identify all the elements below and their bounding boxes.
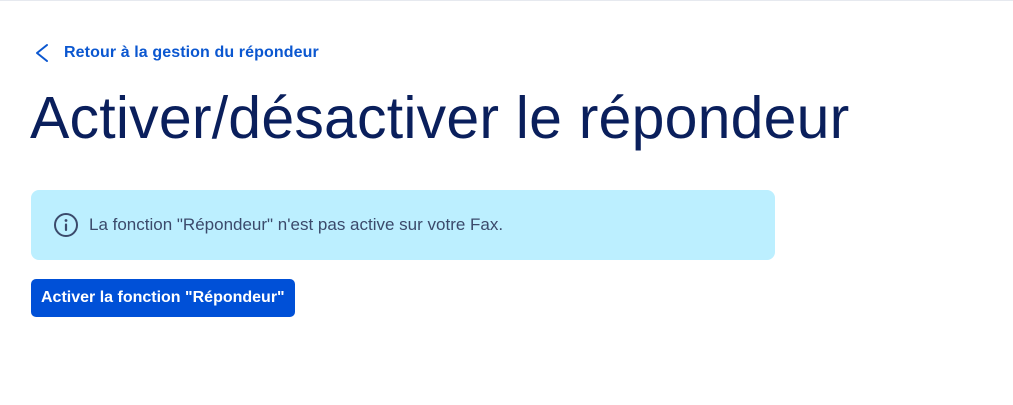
- back-link-label: Retour à la gestion du répondeur: [64, 44, 319, 61]
- chevron-left-icon: [32, 42, 54, 64]
- page-title: Activer/désactiver le répondeur: [30, 85, 850, 151]
- info-icon: [53, 212, 79, 238]
- top-divider: [0, 0, 1013, 1]
- info-banner-message: La fonction "Répondeur" n'est pas active…: [89, 215, 504, 234]
- activate-answering-machine-button[interactable]: Activer la fonction "Répondeur": [31, 279, 295, 317]
- info-banner: La fonction "Répondeur" n'est pas active…: [31, 190, 775, 260]
- back-link[interactable]: Retour à la gestion du répondeur: [32, 42, 319, 64]
